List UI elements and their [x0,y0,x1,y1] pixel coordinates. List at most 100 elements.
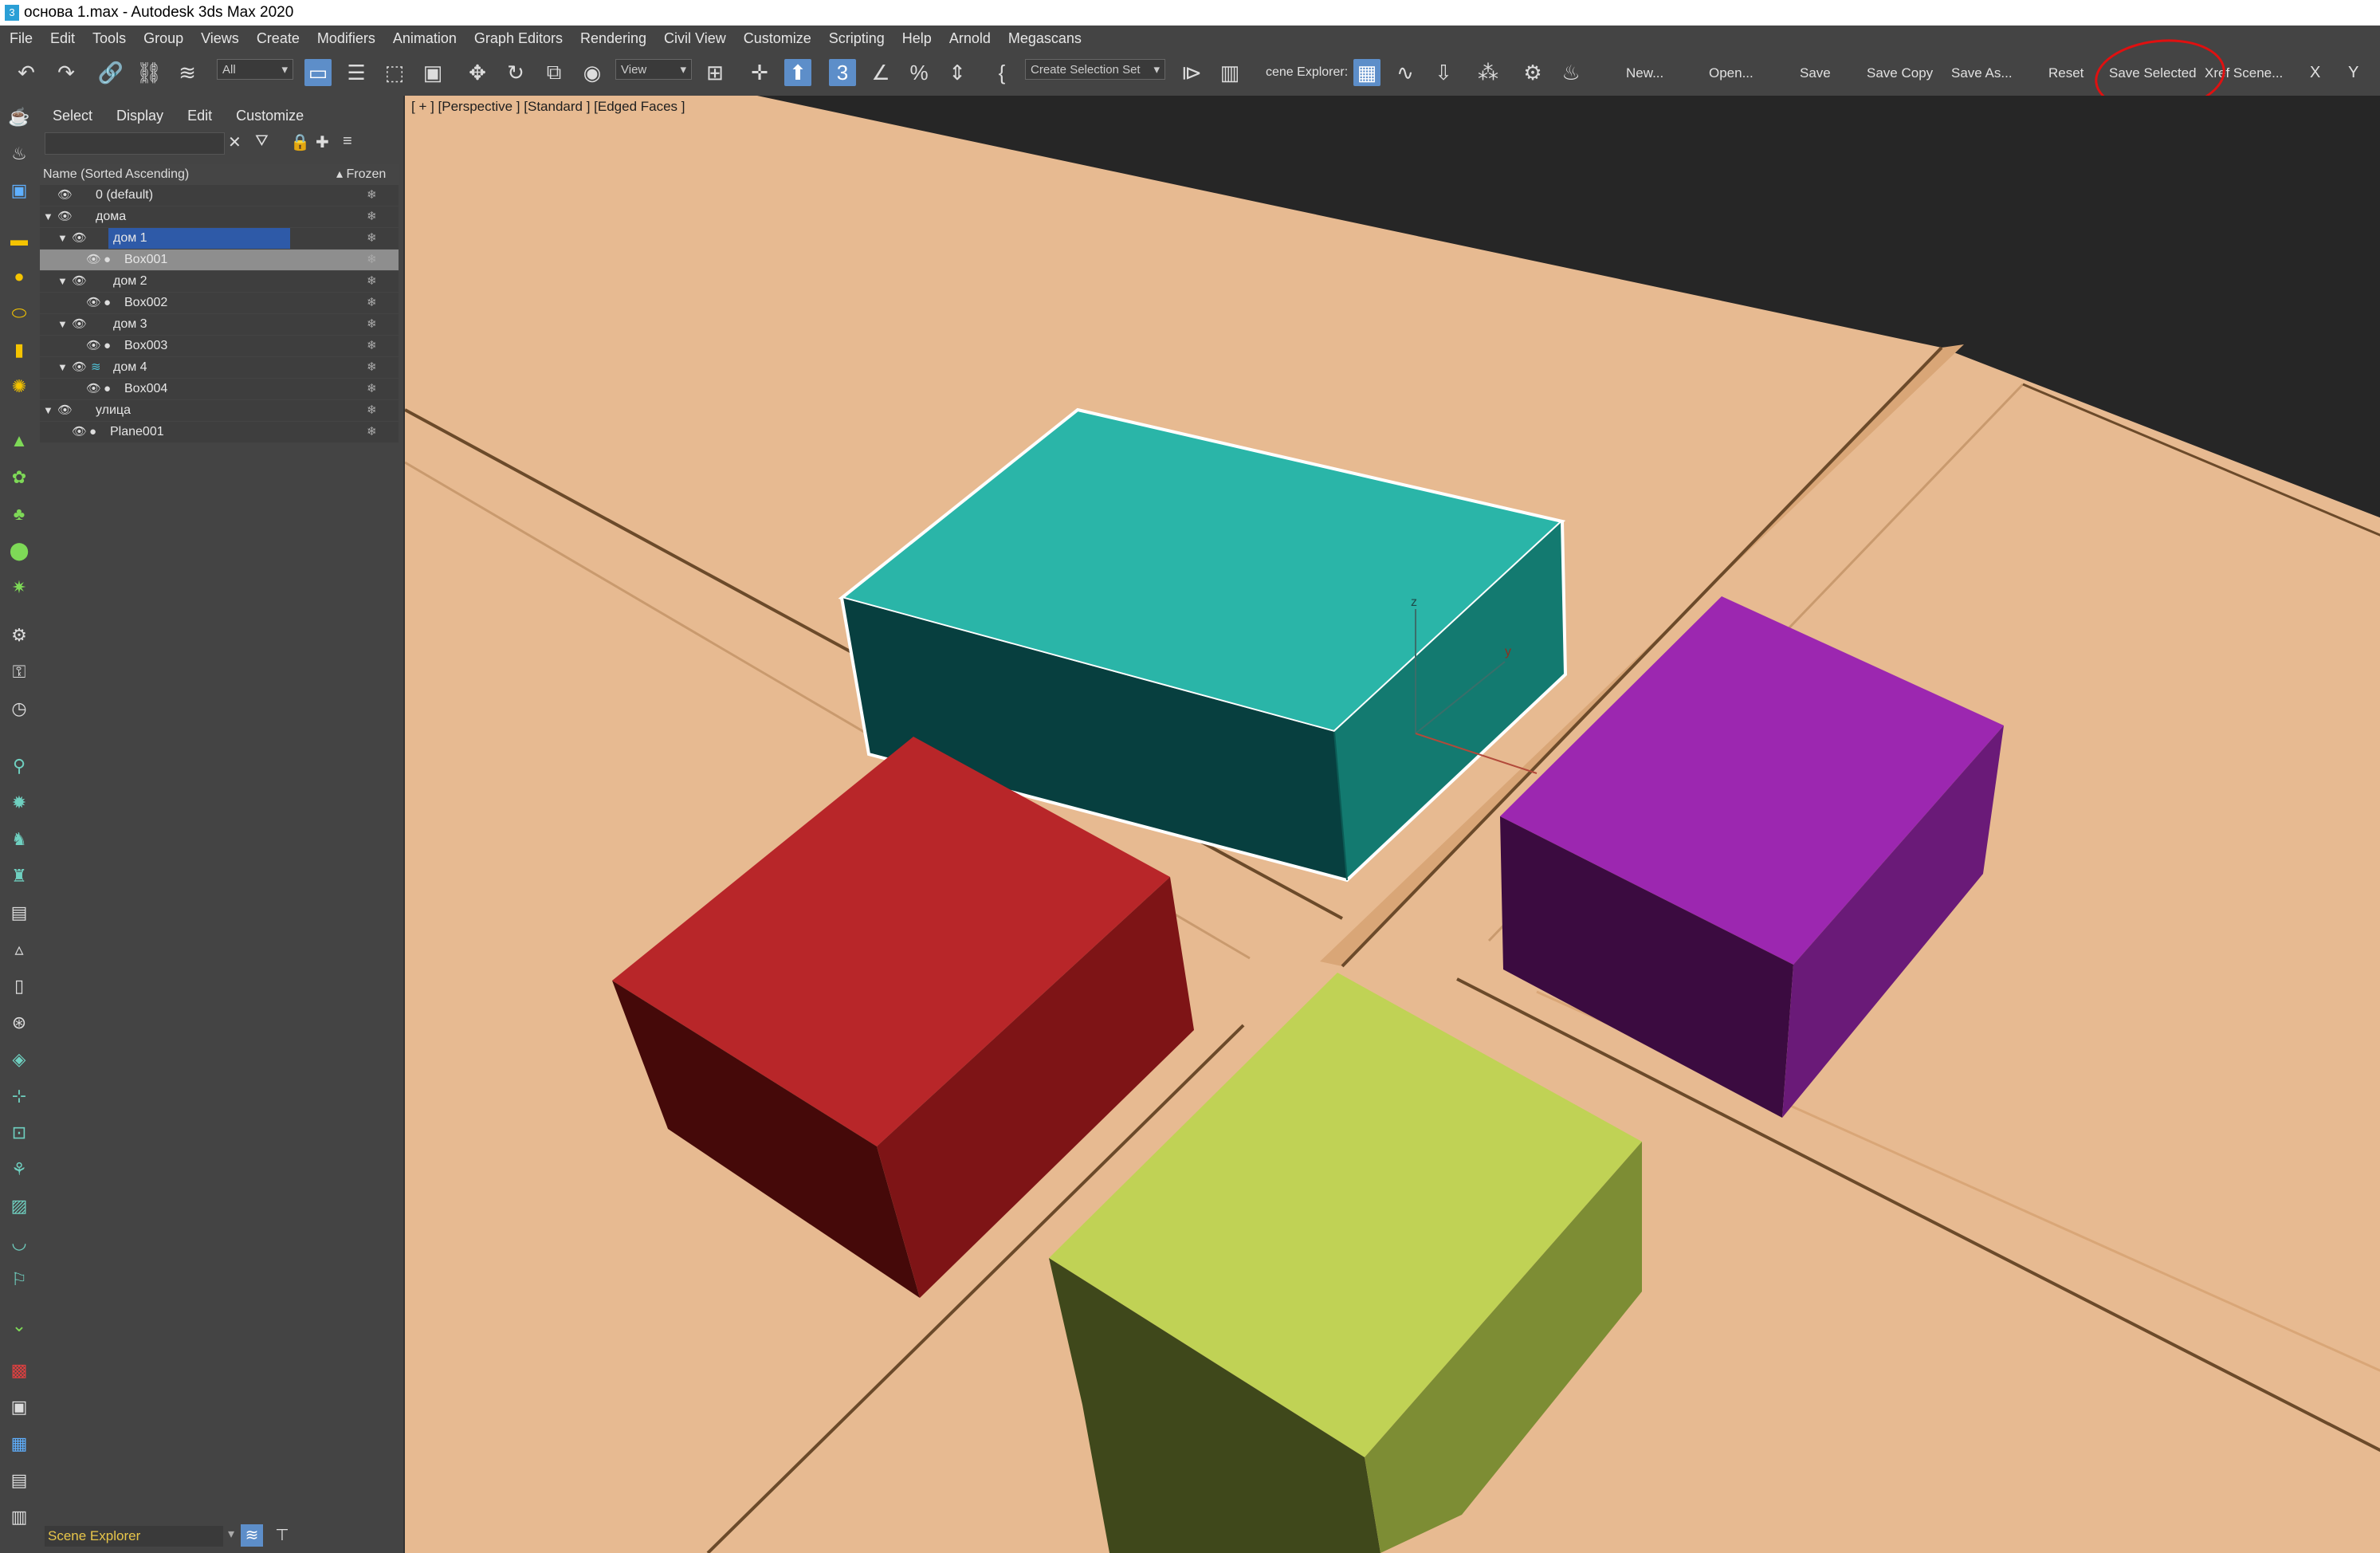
dropdown-arrow-icon[interactable]: ▾ [228,1526,234,1542]
select-object-icon[interactable]: ▭ [304,59,332,86]
visibility-eye-icon[interactable]: 👁 [86,293,101,313]
viewport-label[interactable]: [ + ] [Perspective ] [Standard ] [Edged … [411,99,685,115]
x-axis-button[interactable]: X [2310,64,2320,82]
reference-coord-dropdown[interactable]: View [615,59,692,81]
visibility-eye-icon[interactable]: 👁 [57,400,73,421]
undo-icon[interactable]: ↶ [13,59,40,86]
menu-create[interactable]: Create [247,26,308,51]
tool-18-icon[interactable]: ▦ [9,1433,29,1454]
sphere-icon[interactable]: ● [9,266,29,287]
cone-icon[interactable]: ▲ [9,431,29,451]
lock-icon[interactable]: 🔒 [290,132,310,152]
tool-16-icon[interactable]: ▩ [9,1360,29,1381]
freeze-icon[interactable]: ❄ [367,379,377,399]
tool-2-icon[interactable]: ✹ [9,792,29,813]
expand-triangle-icon[interactable]: ▼ [43,206,53,227]
visibility-eye-icon[interactable]: 👁 [86,336,101,356]
menu-megascans[interactable]: Megascans [999,26,1090,51]
add-layer-icon[interactable]: ✚ [316,132,329,152]
freeze-icon[interactable]: ❄ [367,336,377,356]
visibility-eye-icon[interactable]: 👁 [72,314,87,335]
link-icon[interactable]: 🔗 [97,59,124,86]
tool-1-icon[interactable]: ⚲ [9,756,29,776]
rotate-icon[interactable]: ↻ [502,59,529,86]
menu-graph-editors[interactable]: Graph Editors [465,26,571,51]
tool-3-icon[interactable]: ♞ [9,829,29,850]
open-button[interactable]: Open... [1709,65,1754,81]
edit-named-selection-icon[interactable]: { [988,59,1015,86]
visibility-eye-icon[interactable]: 👁 [72,357,87,378]
angle-snap-icon[interactable]: ∠ [867,59,894,86]
sort-by-layer-icon[interactable]: ≋ [241,1524,263,1547]
tool-7-icon[interactable]: ▯ [9,976,29,997]
tree-row-object-box002[interactable]: 👁 ● Box002 ❄ [40,293,399,314]
placement-icon[interactable]: ◉ [579,59,606,86]
tool-17-icon[interactable]: ▣ [9,1397,29,1417]
tool-15-icon[interactable]: ⚐ [9,1269,29,1290]
expand-triangle-icon[interactable]: ▼ [57,314,68,335]
plane-icon[interactable]: ▬ [9,230,29,250]
tree-row-layer-default[interactable]: 👁 0 (default) ❄ [40,185,399,206]
select-by-name-icon[interactable]: ☰ [343,59,370,86]
tree-row-object-box001[interactable]: 👁 ● Box001 ❄ [40,250,399,271]
save-as-button[interactable]: Save As... [1951,65,2013,81]
tool-12-icon[interactable]: ⚘ [9,1159,29,1180]
expand-triangle-icon[interactable]: ▼ [57,357,68,378]
freeze-icon[interactable]: ❄ [367,250,377,270]
tree-row-layer-dom3[interactable]: ▼ 👁 дом 3 ❄ [40,314,399,336]
tool-20-icon[interactable]: ▥ [9,1507,29,1527]
scale-icon[interactable]: ⧉ [540,59,568,86]
visibility-eye-icon[interactable]: 👁 [86,379,101,399]
menu-file[interactable]: File [0,26,41,51]
tool-5-icon[interactable]: ▤ [9,902,29,923]
tool-13-icon[interactable]: ▨ [9,1196,29,1217]
explorer-menu-customize[interactable]: Customize [223,104,315,128]
teapot-icon[interactable]: ☕ [8,107,29,128]
tree-row-object-box003[interactable]: 👁 ● Box003 ❄ [40,336,399,357]
keyboard-shortcut-override-icon[interactable]: ⬆ [784,59,811,86]
pivot-center-icon[interactable]: ⊞ [701,59,729,86]
tool-6-icon[interactable]: ▵ [9,939,29,960]
bind-space-warp-icon[interactable]: ≋ [174,59,201,86]
tool-8-icon[interactable]: ⊛ [9,1012,29,1033]
tree-row-layer-doma[interactable]: ▼ 👁 дома ❄ [40,206,399,228]
visibility-eye-icon[interactable]: 👁 [72,228,87,249]
tree-row-layer-dom2[interactable]: ▼ 👁 дом 2 ❄ [40,271,399,293]
freeze-icon[interactable]: ❄ [367,357,377,378]
render-icon[interactable]: ♨ [9,144,29,164]
selection-filter-dropdown[interactable]: All [217,59,293,81]
save-copy-button[interactable]: Save Copy [1867,65,1933,81]
reset-button[interactable]: Reset [2048,65,2083,81]
freeze-icon[interactable]: ❄ [367,185,377,206]
y-axis-button[interactable]: Y [2348,64,2358,82]
cylinder-icon[interactable]: ▮ [9,340,29,360]
tool-11-icon[interactable]: ⊡ [9,1122,29,1143]
tree-row-layer-dom1[interactable]: ▼ 👁 дом 1 ❄ [40,228,399,250]
save-button[interactable]: Save [1800,65,1831,81]
percent-snap-icon[interactable]: % [905,59,933,86]
menu-tools[interactable]: Tools [83,26,134,51]
expand-triangle-icon[interactable]: ▼ [57,271,68,292]
menu-animation[interactable]: Animation [383,26,465,51]
expand-triangle-icon[interactable]: ▼ [57,228,68,249]
explorer-search-input[interactable] [45,132,225,155]
visibility-eye-icon[interactable]: 👁 [57,185,73,206]
explorer-menu-display[interactable]: Display [104,104,175,128]
curve-editor-icon[interactable]: ∿ [1392,59,1419,86]
rect-selection-icon[interactable]: ⬚ [381,59,408,86]
tool-9-icon[interactable]: ◈ [9,1049,29,1070]
named-selection-dropdown[interactable]: Create Selection Set [1025,59,1165,81]
explorer-name-field[interactable]: Scene Explorer [45,1526,223,1547]
motion-icon[interactable]: ⚙ [9,625,29,646]
gear-green-icon[interactable]: ✷ [9,577,29,598]
render-setup-icon[interactable]: ⚙ [1519,59,1546,86]
blob-icon[interactable]: ⬤ [9,541,29,561]
layer-explorer-icon[interactable]: ▦ [1353,59,1380,86]
menu-scripting[interactable]: Scripting [819,26,893,51]
freeze-icon[interactable]: ❄ [367,293,377,313]
tree-row-object-plane001[interactable]: 👁 ● Plane001 ❄ [40,422,399,443]
menu-rendering[interactable]: Rendering [571,26,654,51]
tool-10-icon[interactable]: ⊹ [9,1086,29,1107]
tree-row-layer-ulitsa[interactable]: ▼ 👁 улица ❄ [40,400,399,422]
freeze-icon[interactable]: ❄ [367,206,377,227]
